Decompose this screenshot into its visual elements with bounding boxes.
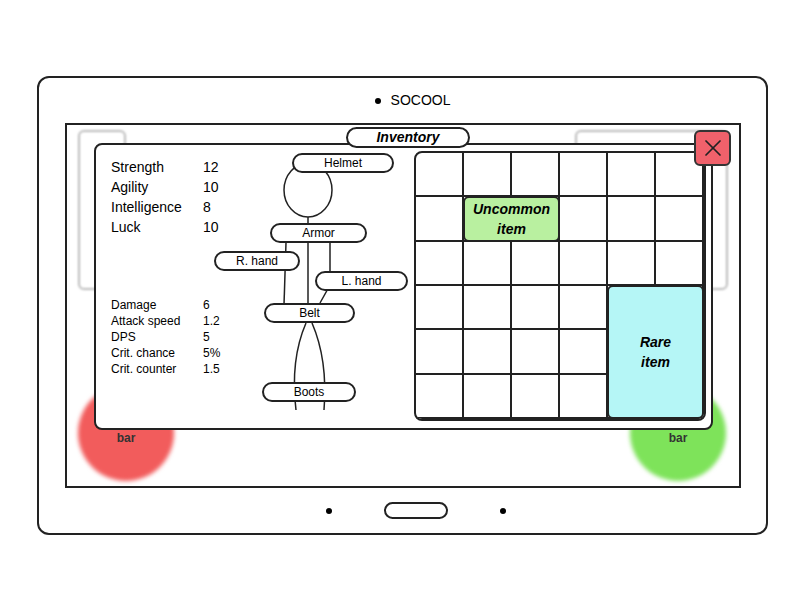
- grid-cell[interactable]: [512, 242, 560, 286]
- grid-cell[interactable]: [608, 242, 656, 286]
- grid-cell[interactable]: [512, 375, 560, 419]
- brand: SOCOOL: [391, 90, 451, 111]
- attribute-row: Strength12: [111, 157, 214, 177]
- grid-cell[interactable]: [464, 286, 512, 330]
- grid-cell[interactable]: [560, 375, 608, 419]
- tablet-top: SOCOOL: [39, 78, 766, 123]
- equipment-slot[interactable]: Belt: [264, 303, 355, 323]
- equipment-slot[interactable]: R. hand: [214, 251, 300, 271]
- camera-icon: [375, 98, 381, 104]
- grid-cell[interactable]: [416, 375, 464, 419]
- inventory-item[interactable]: Uncommon item: [463, 196, 560, 241]
- inventory-item[interactable]: Rare item: [607, 285, 704, 419]
- equipment-slot[interactable]: Boots: [262, 382, 356, 402]
- inventory-grid: Uncommon item Rare item: [414, 151, 706, 421]
- close-icon: [699, 134, 727, 162]
- inventory-panel: Strength12Agility10Intelligence8Luck10 Da…: [94, 143, 713, 430]
- grid-cell[interactable]: [560, 197, 608, 241]
- equipment-slot[interactable]: Armor: [270, 223, 367, 243]
- grid-cell[interactable]: [608, 153, 656, 197]
- sensor-dot-icon: [500, 508, 506, 514]
- grid-cell[interactable]: [560, 286, 608, 330]
- equipment-slot[interactable]: Helmet: [292, 153, 394, 173]
- grid-cell[interactable]: [560, 153, 608, 197]
- combat-stat-row: Crit. counter1.5: [111, 361, 214, 377]
- attribute-row: Agility10: [111, 177, 214, 197]
- screen: barbarStrength12Agility10Intelligence8Lu…: [65, 123, 741, 488]
- grid-cell[interactable]: [416, 197, 464, 241]
- grid-cell[interactable]: [656, 197, 704, 241]
- grid-cell[interactable]: [512, 286, 560, 330]
- grid-cell[interactable]: [464, 330, 512, 374]
- bar-label: bar: [78, 429, 174, 447]
- grid-cell[interactable]: [416, 330, 464, 374]
- grid-cell[interactable]: [416, 286, 464, 330]
- attribute-row: Luck10: [111, 217, 214, 237]
- sensor-dot-icon: [326, 508, 332, 514]
- combat-stat-row: Damage6: [111, 297, 214, 313]
- combat-stat-row: DPS5: [111, 329, 214, 345]
- combat-stat-row: Attack speed1.2: [111, 313, 214, 329]
- grid-cell[interactable]: [512, 330, 560, 374]
- home-button[interactable]: [384, 502, 448, 519]
- grid-cell[interactable]: [464, 153, 512, 197]
- attribute-row: Intelligence8: [111, 197, 214, 217]
- grid-cell[interactable]: [416, 242, 464, 286]
- stats: Strength12Agility10Intelligence8Luck10 Da…: [96, 145, 214, 428]
- grid-cell[interactable]: [464, 242, 512, 286]
- grid-cell[interactable]: [560, 330, 608, 374]
- combat-stat-row: Crit. chance5%: [111, 345, 214, 361]
- equipment-slot[interactable]: L. hand: [315, 271, 408, 291]
- grid-cell[interactable]: [656, 242, 704, 286]
- grid-cell[interactable]: [560, 242, 608, 286]
- inventory-title: Inventory: [346, 127, 470, 148]
- tablet-bottom: [39, 488, 766, 533]
- grid-cell[interactable]: [416, 153, 464, 197]
- character-figure: Helmet Armor R. hand L. hand Belt Boots: [214, 145, 410, 428]
- tablet: SOCOOLbarbarStrength12Agility10Intellige…: [37, 76, 768, 535]
- grid-cell[interactable]: [464, 375, 512, 419]
- grid-cell[interactable]: [608, 197, 656, 241]
- bar-label: bar: [630, 429, 726, 447]
- grid-cell[interactable]: [512, 153, 560, 197]
- page: SOCOOLbarbarStrength12Agility10Intellige…: [0, 0, 800, 600]
- close-button[interactable]: [694, 130, 731, 166]
